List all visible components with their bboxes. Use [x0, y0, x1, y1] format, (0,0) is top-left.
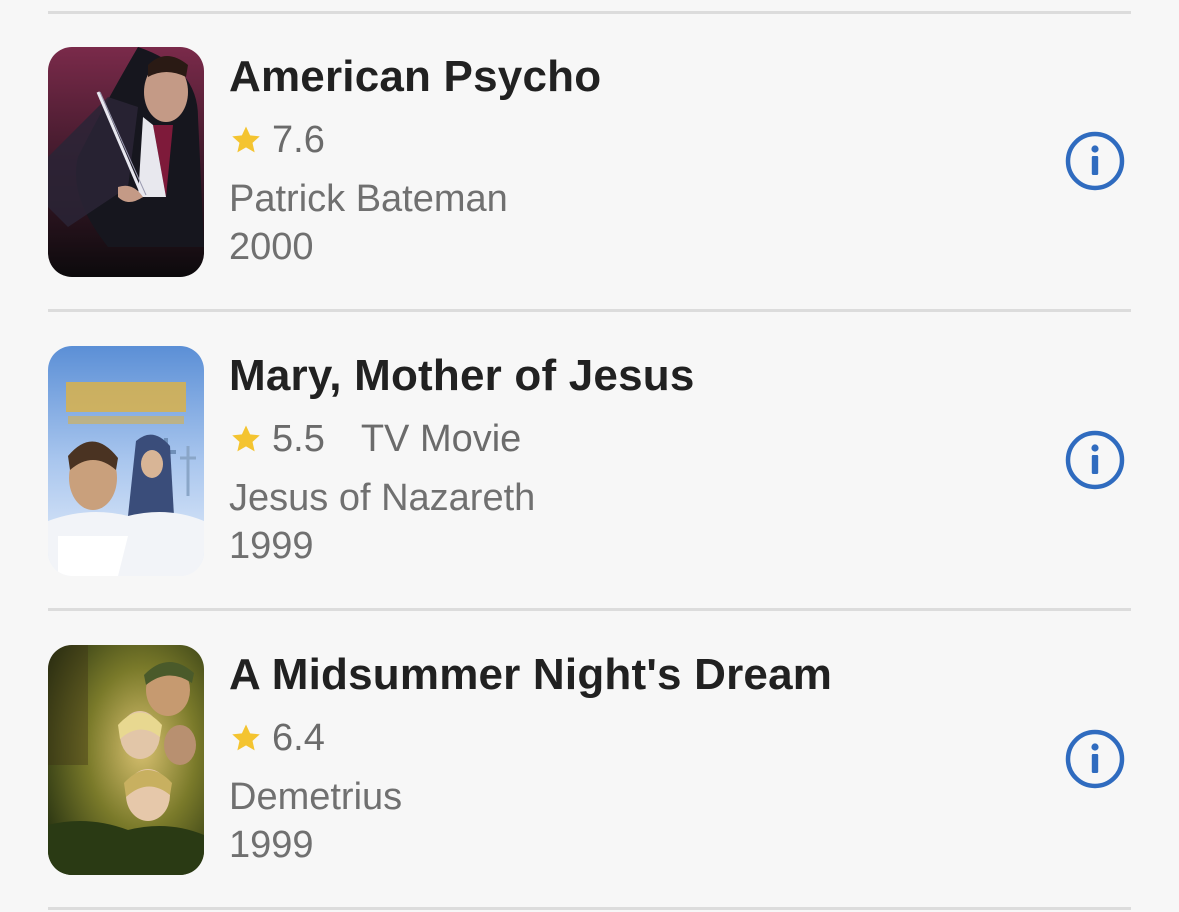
info-icon — [1065, 131, 1125, 191]
movie-title: A Midsummer Night's Dream — [229, 650, 833, 699]
character-name: Patrick Bateman — [229, 178, 508, 220]
character-name: Demetrius — [229, 776, 403, 818]
info-button[interactable] — [1064, 728, 1126, 790]
info-icon — [1065, 729, 1125, 789]
star-icon — [232, 724, 260, 751]
movie-poster[interactable] — [48, 47, 204, 277]
release-year: 2000 — [229, 226, 314, 268]
star-icon — [232, 425, 260, 452]
filmography-list: American Psycho 7.6 Patrick Bateman 2000 — [0, 0, 1179, 912]
info-button[interactable] — [1064, 130, 1126, 192]
release-year: 1999 — [229, 824, 314, 866]
info-icon — [1065, 430, 1125, 490]
list-item[interactable]: Mary, Mother of Jesus 5.5 TV Movie Jesus… — [0, 311, 1179, 609]
movie-title: Mary, Mother of Jesus — [229, 351, 695, 400]
rating-value: 6.4 — [272, 716, 325, 759]
movie-meta: 6.4 — [229, 713, 325, 763]
genre-label: TV Movie — [360, 417, 522, 460]
movie-poster[interactable] — [48, 645, 204, 875]
rating-value: 5.5 — [272, 417, 325, 460]
divider — [48, 907, 1131, 910]
movie-title: American Psycho — [229, 52, 602, 101]
character-name: Jesus of Nazareth — [229, 477, 536, 519]
movie-poster[interactable] — [48, 346, 204, 576]
rating-value: 7.6 — [272, 118, 325, 161]
movie-meta: 7.6 — [229, 115, 325, 165]
star-icon — [232, 126, 260, 153]
list-item[interactable]: A Midsummer Night's Dream 6.4 Demetrius … — [0, 610, 1179, 908]
movie-meta: 5.5 TV Movie — [229, 414, 521, 464]
list-item[interactable]: American Psycho 7.6 Patrick Bateman 2000 — [0, 12, 1179, 310]
release-year: 1999 — [229, 525, 314, 567]
info-button[interactable] — [1064, 429, 1126, 491]
